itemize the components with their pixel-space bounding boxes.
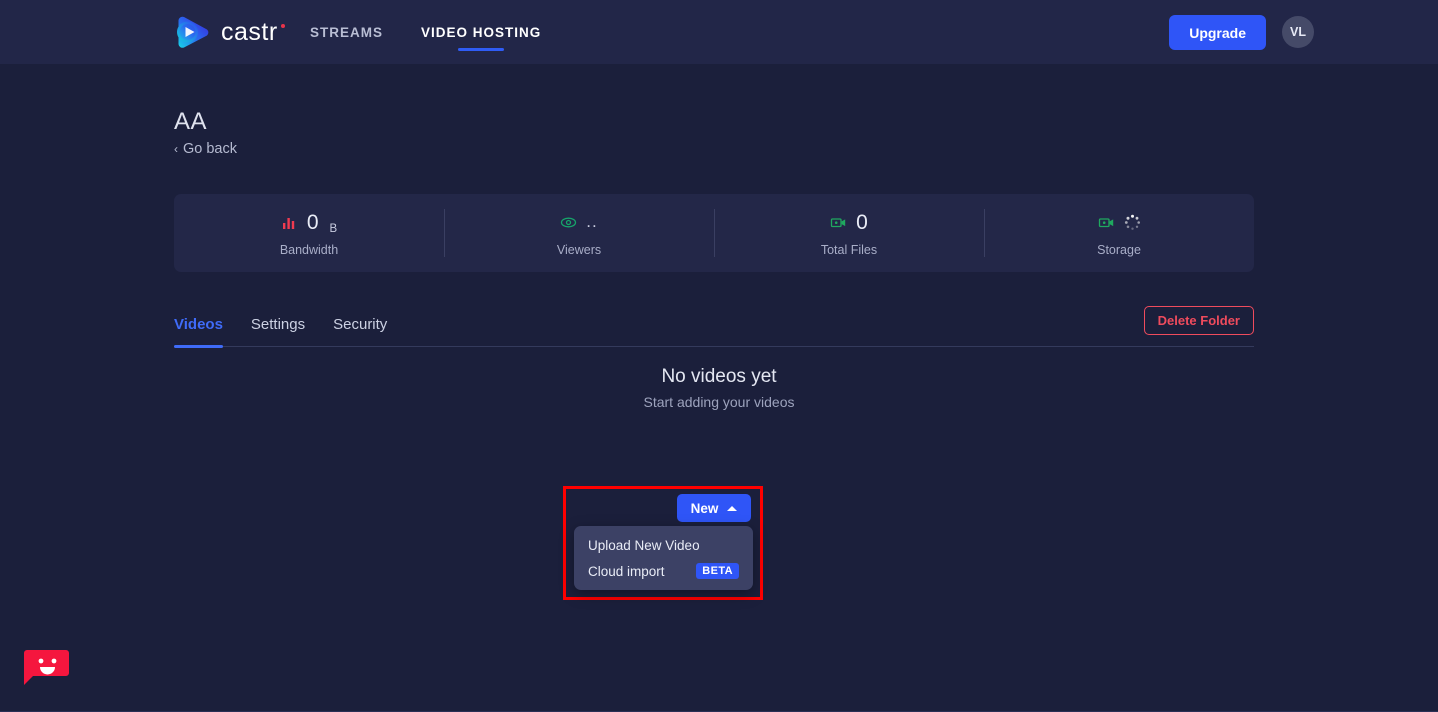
caret-up-icon xyxy=(727,505,738,511)
stat-storage-label: Storage xyxy=(1097,242,1141,257)
menu-item-upload-new-video-label: Upload New Video xyxy=(588,537,700,553)
castr-play-logo-icon xyxy=(174,14,212,50)
stat-bandwidth: 0 B Bandwidth xyxy=(174,194,444,272)
stat-viewers-label: Viewers xyxy=(556,242,602,257)
menu-item-upload-new-video[interactable]: Upload New Video xyxy=(574,532,753,558)
nav-item-video-hosting[interactable]: VIDEO HOSTING xyxy=(421,0,541,64)
upgrade-button[interactable]: Upgrade xyxy=(1169,15,1266,50)
stat-storage: Storage xyxy=(984,194,1254,272)
stat-bandwidth-value: 0 xyxy=(306,211,319,234)
tab-videos[interactable]: Videos xyxy=(174,301,223,348)
tab-settings[interactable]: Settings xyxy=(251,301,305,347)
stat-viewers-value: .. xyxy=(586,212,598,232)
bar-chart-icon xyxy=(281,214,298,231)
video-camera-icon xyxy=(1098,214,1115,231)
tab-settings-label: Settings xyxy=(250,315,306,333)
stats-card: 0 B Bandwidth .. Viewers 0 Total Files S… xyxy=(174,194,1254,272)
logo-wordmark: castr xyxy=(221,17,278,46)
avatar[interactable]: VL xyxy=(1282,16,1314,48)
delete-folder-button[interactable]: Delete Folder xyxy=(1143,306,1254,335)
menu-item-cloud-import-label: Cloud import xyxy=(588,563,665,579)
chevron-left-icon: ‹ xyxy=(174,142,178,156)
castr-logo[interactable]: castr xyxy=(174,14,285,50)
menu-item-cloud-import[interactable]: Cloud import BETA xyxy=(574,558,753,584)
beta-badge: BETA xyxy=(696,563,739,579)
tab-security-label: Security xyxy=(333,315,388,333)
new-button[interactable]: New xyxy=(677,494,751,522)
stat-viewers-top: .. xyxy=(560,210,597,236)
eye-icon xyxy=(560,214,577,231)
go-back-label: Go back xyxy=(183,141,237,157)
stat-total-files-label: Total Files xyxy=(820,242,878,257)
go-back-link[interactable]: ‹ Go back xyxy=(174,141,237,157)
main-nav: STREAMS VIDEO HOSTING xyxy=(310,0,541,64)
chat-widget-button[interactable] xyxy=(23,646,70,686)
loading-spinner-icon xyxy=(1124,214,1141,231)
video-camera-icon xyxy=(830,214,847,231)
empty-state-subtitle: Start adding your videos xyxy=(643,394,795,410)
stat-bandwidth-top: 0 B xyxy=(281,210,337,236)
nav-label-streams: STREAMS xyxy=(310,24,384,40)
app-header: castr STREAMS VIDEO HOSTING Upgrade VL xyxy=(0,0,1438,64)
page-title: AA xyxy=(174,108,208,135)
logo-dot-icon xyxy=(280,23,285,28)
stat-viewers: .. Viewers xyxy=(444,194,714,272)
tab-videos-label: Videos xyxy=(174,315,223,333)
stat-total-files: 0 Total Files xyxy=(714,194,984,272)
chat-smiley-icon xyxy=(23,650,70,690)
stat-total-files-top: 0 xyxy=(830,210,868,236)
stat-bandwidth-unit: B xyxy=(329,222,338,235)
stat-total-files-value: 0 xyxy=(856,211,868,234)
new-button-label: New xyxy=(690,500,719,516)
stat-storage-top xyxy=(1098,210,1141,236)
tab-security[interactable]: Security xyxy=(333,301,387,347)
nav-item-streams[interactable]: STREAMS xyxy=(310,0,383,64)
empty-state-title: No videos yet xyxy=(661,366,777,387)
new-dropdown-menu: Upload New Video Cloud import BETA xyxy=(574,526,753,590)
tabs-row: Videos Settings Security Delete Folder xyxy=(174,301,1254,348)
stat-bandwidth-label: Bandwidth xyxy=(279,242,339,257)
tabs: Videos Settings Security xyxy=(174,301,1254,348)
nav-label-video-hosting: VIDEO HOSTING xyxy=(421,24,542,40)
